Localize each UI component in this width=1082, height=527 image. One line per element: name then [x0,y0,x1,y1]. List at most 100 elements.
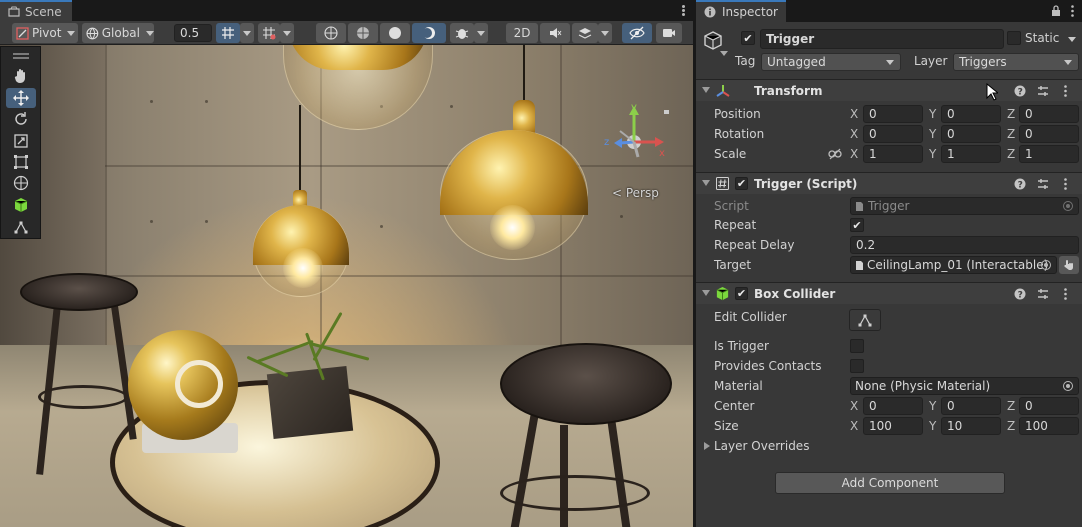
camera-settings-button[interactable] [656,23,682,43]
constrain-proportions-link-icon[interactable] [828,148,842,160]
component-menu-icon[interactable] [1059,287,1072,300]
tag-dropdown[interactable]: Untagged [761,53,901,71]
help-icon[interactable]: ? [1013,177,1026,190]
rect-tool-button[interactable] [6,152,36,172]
effects-toggle-button[interactable] [572,23,598,43]
foldout-collapsed-arrow-icon[interactable] [704,442,710,450]
size-x-field[interactable]: 100 [863,417,923,435]
foldout-arrow-icon[interactable] [702,180,710,186]
transform-header[interactable]: Transform ? [696,79,1082,101]
size-z-field[interactable]: 100 [1019,417,1079,435]
repeat-delay-field[interactable]: 0.2 [850,236,1079,254]
x-axis-label[interactable]: X [850,127,858,141]
inspector-tab[interactable]: Inspector [696,0,786,22]
lock-icon[interactable] [1051,5,1061,17]
static-flags-chevron-icon[interactable] [1068,37,1076,42]
effects-menu[interactable] [598,23,612,43]
x-axis-label[interactable]: X [850,147,858,161]
help-icon[interactable]: ? [1013,287,1026,300]
shading-lit-button[interactable] [412,23,446,43]
debug-draw-menu[interactable] [474,23,488,43]
2d-toggle-button[interactable]: 2D [506,23,538,43]
y-axis-label[interactable]: Y [929,419,936,433]
position-x-field[interactable]: 0 [863,105,923,123]
grid-snap-button[interactable] [216,23,240,43]
repeat-checkbox[interactable]: ✔ [850,218,864,232]
presets-icon[interactable] [1036,84,1049,97]
object-picker-icon[interactable] [1041,260,1051,270]
x-axis-label[interactable]: X [850,107,858,121]
center-y-field[interactable]: 0 [941,397,1001,415]
global-dropdown[interactable]: Global [82,23,154,43]
target-object-field[interactable]: CeilingLamp_01 (Interactable) [850,256,1057,274]
orientation-gizmo[interactable]: y z x [600,101,670,171]
object-picker-icon[interactable] [1063,381,1073,391]
gizmo-lock-icon[interactable] [664,110,669,114]
icon-picker-chevron-icon[interactable] [720,51,728,56]
size-y-field[interactable]: 10 [941,417,1001,435]
material-object-field[interactable]: None (Physic Material) [850,377,1079,395]
rotation-z-field[interactable]: 0 [1019,125,1079,143]
z-axis-label[interactable]: Z [1007,419,1015,433]
component-menu-icon[interactable] [1059,177,1072,190]
scene-tab-menu-icon[interactable] [682,5,685,16]
center-z-field[interactable]: 0 [1019,397,1079,415]
transform-tool-button[interactable] [6,173,36,193]
audio-toggle-button[interactable] [540,23,570,43]
scale-y-field[interactable]: 1 [941,145,1001,163]
active-checkbox[interactable]: ✔ [741,31,755,45]
grid-snap-menu[interactable] [240,23,254,43]
static-checkbox[interactable] [1007,31,1021,45]
z-axis-label[interactable]: Z [1007,107,1015,121]
provides-contacts-checkbox[interactable] [850,359,864,373]
is-trigger-checkbox[interactable] [850,339,864,353]
layer-dropdown[interactable]: Triggers [953,53,1079,71]
grid-visibility-button[interactable] [258,23,280,43]
rotate-tool-button[interactable] [6,109,36,129]
foldout-arrow-icon[interactable] [702,290,710,296]
add-component-button[interactable]: Add Component [775,472,1005,494]
scene-tab[interactable]: Scene [0,0,72,21]
x-axis-label[interactable]: X [850,419,858,433]
scale-tool-button[interactable] [6,131,36,151]
position-y-field[interactable]: 0 [941,105,1001,123]
position-z-field[interactable]: 0 [1019,105,1079,123]
drag-handle-icon[interactable] [13,53,29,55]
target-event-button[interactable] [1059,256,1079,274]
box-collider-enabled-checkbox[interactable]: ✔ [735,287,748,300]
shading-wireframe-button[interactable] [316,23,346,43]
grid-menu[interactable] [280,23,294,43]
scene-visibility-button[interactable] [622,23,652,43]
help-icon[interactable]: ? [1013,84,1026,97]
scale-x-field[interactable]: 1 [863,145,923,163]
z-axis-label[interactable]: Z [1007,127,1015,141]
rotation-y-field[interactable]: 0 [941,125,1001,143]
component-menu-icon[interactable] [1059,84,1072,97]
shading-shaded-wire-button[interactable] [348,23,378,43]
box-collider-header[interactable]: ✔ Box Collider ? [696,282,1082,304]
z-axis-label[interactable]: Z [1007,147,1015,161]
presets-icon[interactable] [1036,177,1049,190]
edit-collider-tool-button[interactable] [6,217,36,237]
object-name-field[interactable]: Trigger [760,29,1004,49]
edit-collider-button[interactable] [849,309,881,331]
y-axis-label[interactable]: Y [929,107,936,121]
rotation-x-field[interactable]: 0 [863,125,923,143]
z-axis-label[interactable]: Z [1007,399,1015,413]
pivot-dropdown[interactable]: Pivot [12,23,78,43]
move-tool-button[interactable] [6,88,36,108]
center-x-field[interactable]: 0 [863,397,923,415]
x-axis-label[interactable]: X [850,399,858,413]
y-axis-label[interactable]: Y [929,127,936,141]
box-collider-tool-button[interactable] [6,195,36,215]
layer-overrides-row[interactable]: Layer Overrides [696,436,1082,456]
y-axis-label[interactable]: Y [929,147,936,161]
view-tool-button[interactable] [6,66,36,86]
shading-unlit-button[interactable] [380,23,410,43]
y-axis-label[interactable]: Y [929,399,936,413]
snap-increment-field[interactable]: 0.5 [174,24,212,42]
scene-viewport[interactable]: y z x < Persp [0,45,693,527]
presets-icon[interactable] [1036,287,1049,300]
debug-draw-mode-button[interactable] [450,23,474,43]
foldout-arrow-icon[interactable] [702,87,710,93]
